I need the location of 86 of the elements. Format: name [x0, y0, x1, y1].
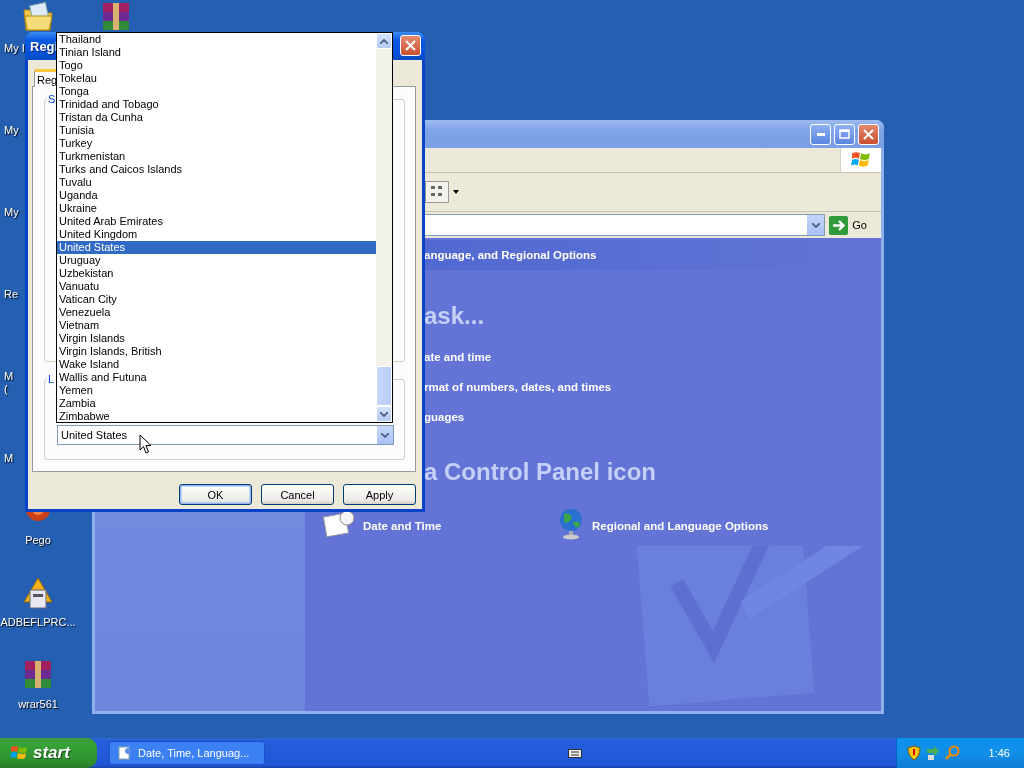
icon-label: My I: [4, 42, 25, 55]
list-item[interactable]: Venezuela: [57, 306, 376, 319]
close-icon: [863, 128, 874, 140]
maximize-button[interactable]: [834, 123, 855, 145]
dialog-button[interactable]: Cancel: [261, 484, 334, 505]
icon-label: M: [4, 452, 14, 465]
list-item[interactable]: Tinian Island: [57, 46, 376, 59]
group-label: L: [47, 373, 56, 385]
country-combobox[interactable]: United States: [57, 425, 394, 445]
list-item[interactable]: Vietnam: [57, 319, 376, 332]
list-item[interactable]: Tokelau: [57, 72, 376, 85]
list-item[interactable]: Tonga: [57, 85, 376, 98]
dropdown-caret-icon: [381, 432, 389, 438]
caret-icon: [380, 411, 388, 417]
taskbar-button[interactable]: Date, Time, Languag...: [109, 741, 265, 765]
list-item[interactable]: Yemen: [57, 384, 376, 397]
list-item[interactable]: Virgin Islands: [57, 332, 376, 345]
shield-icon[interactable]: [907, 745, 921, 761]
icon-label: (: [4, 383, 8, 396]
archive-icon[interactable]: [22, 658, 54, 690]
list-item[interactable]: Vanuatu: [57, 280, 376, 293]
icon-label: M: [4, 370, 14, 383]
scroll-down-button[interactable]: [376, 406, 392, 422]
list-item[interactable]: Zimbabwe: [57, 410, 376, 423]
icon-label: wrar561: [18, 698, 58, 711]
caret-icon: [380, 38, 388, 44]
folder-icon[interactable]: [22, 2, 54, 32]
icon-label: Re: [4, 288, 19, 301]
list-item[interactable]: Turkmenistan: [57, 150, 376, 163]
list-item[interactable]: Togo: [57, 59, 376, 72]
document-icon: [118, 745, 132, 761]
icon-label: ADBEFLPRC...: [0, 616, 76, 629]
archive-icon[interactable]: [100, 0, 132, 32]
task-link[interactable]: guages: [424, 410, 881, 424]
dialog-button[interactable]: Apply: [343, 484, 416, 505]
start-button[interactable]: start: [0, 738, 97, 768]
go-button[interactable]: Go: [829, 215, 879, 235]
icon-label: Pego: [25, 534, 51, 547]
task-link[interactable]: rmat of numbers, dates, and times: [424, 380, 881, 394]
minimize-button[interactable]: [810, 123, 831, 145]
list-item[interactable]: Tuvalu: [57, 176, 376, 189]
list-item[interactable]: Tunisia: [57, 124, 376, 137]
views-button[interactable]: [425, 181, 459, 203]
caret-icon: [453, 190, 459, 194]
globe-icon[interactable]: [558, 508, 584, 540]
list-item[interactable]: United States: [57, 241, 376, 254]
breadcrumb-title: anguage, and Regional Options: [424, 249, 597, 261]
windows-logo-icon: [10, 744, 28, 762]
list-item[interactable]: Thailand: [57, 33, 376, 46]
control-panel-link[interactable]: Date and Time: [363, 520, 442, 532]
installer-icon[interactable]: [22, 576, 54, 610]
caret-icon: [811, 222, 820, 228]
list-item[interactable]: Tristan da Cunha: [57, 111, 376, 124]
list-item[interactable]: Turkey: [57, 137, 376, 150]
minimize-icon: [816, 132, 825, 136]
list-item[interactable]: Ukraine: [57, 202, 376, 215]
mouse-cursor-icon: [139, 434, 152, 455]
maximize-icon: [839, 129, 850, 139]
list-item[interactable]: United Arab Emirates: [57, 215, 376, 228]
keyboard-icon[interactable]: [567, 747, 582, 759]
list-item[interactable]: Zambia: [57, 397, 376, 410]
task-link[interactable]: ate and time: [424, 350, 881, 364]
section-heading: ask...: [424, 302, 486, 330]
list-item[interactable]: Uzbekistan: [57, 267, 376, 280]
list-item[interactable]: Turks and Caicos Islands: [57, 163, 376, 176]
icon-label: My: [4, 206, 19, 219]
dialog-button[interactable]: OK: [179, 484, 252, 505]
list-item[interactable]: Uruguay: [57, 254, 376, 267]
scroll-up-button[interactable]: [376, 33, 392, 49]
close-button[interactable]: [858, 123, 879, 145]
windows-flag-icon: [851, 150, 871, 170]
list-item[interactable]: Trinidad and Tobago: [57, 98, 376, 111]
list-item[interactable]: Uganda: [57, 189, 376, 202]
close-icon: [405, 40, 416, 51]
list-item[interactable]: Wallis and Futuna: [57, 371, 376, 384]
scrollbar-thumb[interactable]: [376, 366, 392, 406]
list-item[interactable]: Virgin Islands, British: [57, 345, 376, 358]
list-item[interactable]: Vatican City: [57, 293, 376, 306]
list-item[interactable]: Wake Island: [57, 358, 376, 371]
list-item[interactable]: United Kingdom: [57, 228, 376, 241]
icon-label: My: [4, 124, 19, 137]
group-label: S: [47, 93, 57, 105]
close-button[interactable]: [400, 35, 421, 56]
control-panel-link[interactable]: Regional and Language Options: [592, 520, 769, 532]
clock: 1:46: [988, 747, 1010, 759]
section-heading: a Control Panel icon: [424, 458, 658, 486]
